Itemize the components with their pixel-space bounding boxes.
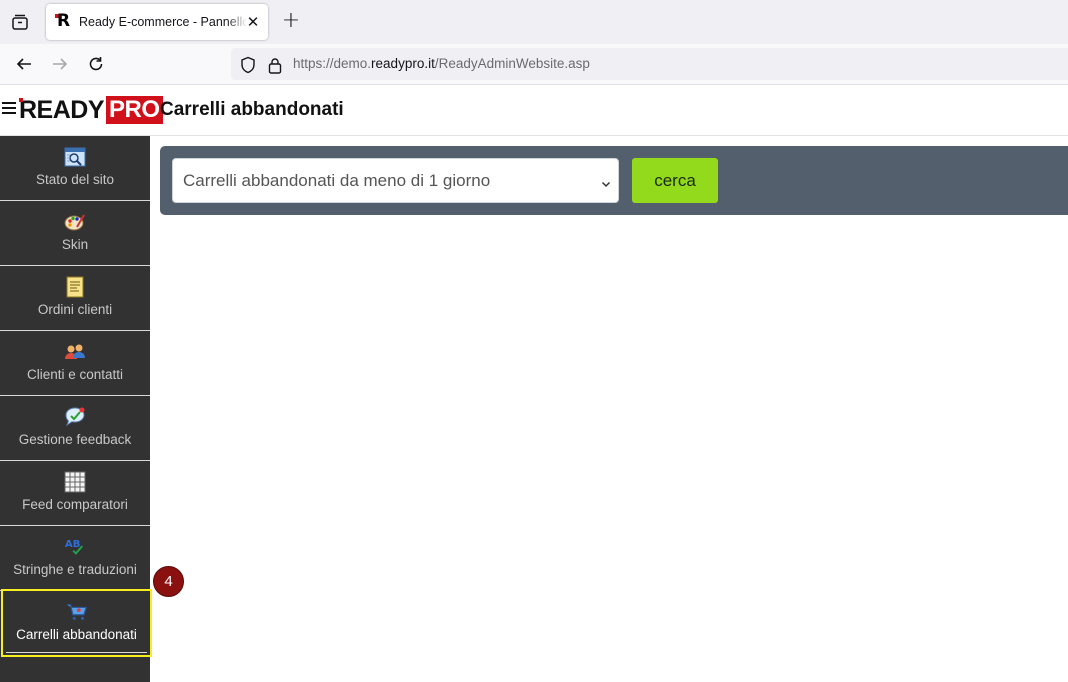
orders-document-icon: [64, 276, 86, 298]
sidebar-item-stato-del-sito[interactable]: Stato del sito: [0, 136, 150, 201]
feed-grid-icon: [64, 471, 86, 493]
tab-list-icon[interactable]: [8, 10, 32, 34]
palette-icon: [64, 211, 86, 233]
sidebar-item-skin[interactable]: Skin: [0, 201, 150, 266]
new-tab-button[interactable]: +: [280, 10, 302, 34]
sidebar: Stato del sito Skin Ordini clienti Clien…: [0, 136, 152, 682]
svg-text:AB: AB: [65, 539, 80, 550]
browser-tabstrip: R Ready E-commerce - Pannello di control…: [0, 0, 1068, 44]
address-bar[interactable]: https://demo.readypro.it/ReadyAdminWebsi…: [231, 48, 1068, 80]
step-number-badge: 4: [153, 566, 184, 597]
shopping-cart-icon: [66, 601, 88, 623]
readypro-logo[interactable]: READY PRO: [19, 96, 163, 124]
filter-bar: Carrelli abbandonati da meno di 1 giorno…: [160, 146, 1068, 215]
readypro-favicon-icon: R: [55, 11, 71, 31]
feedback-bubble-icon: [64, 406, 86, 428]
lock-icon[interactable]: [266, 56, 284, 74]
sidebar-item-gestione-feedback[interactable]: Gestione feedback: [0, 396, 150, 461]
reload-icon[interactable]: [84, 52, 108, 76]
browser-tab[interactable]: R Ready E-commerce - Pannello di control…: [46, 4, 268, 40]
site-status-icon: [64, 146, 86, 168]
url-text[interactable]: https://demo.readypro.it/ReadyAdminWebsi…: [293, 56, 590, 71]
forward-arrow-icon[interactable]: [48, 52, 72, 76]
page-title: Carrelli abbandonati: [160, 99, 344, 120]
sidebar-item-ordini-clienti[interactable]: Ordini clienti: [0, 266, 150, 331]
tab-close-icon[interactable]: ✕: [244, 13, 262, 31]
menu-icon[interactable]: [2, 102, 16, 114]
back-arrow-icon[interactable]: [12, 52, 36, 76]
browser-navbar: https://demo.readypro.it/ReadyAdminWebsi…: [0, 44, 1068, 85]
translation-ab-icon: AB: [64, 536, 86, 558]
sidebar-item-feed-comparatori[interactable]: Feed comparatori: [0, 461, 150, 526]
app-header: READY PRO Carrelli abbandonati: [0, 85, 1068, 136]
period-select-value: Carrelli abbandonati da meno di 1 giorno: [183, 171, 491, 190]
shield-icon[interactable]: [239, 56, 257, 74]
tab-title: Ready E-commerce - Pannello di controllo: [79, 15, 247, 29]
chevron-down-icon: [600, 175, 612, 188]
sidebar-item-carrelli-abbandonati[interactable]: Carrelli abbandonati: [1, 589, 152, 657]
search-button[interactable]: cerca: [632, 158, 718, 203]
sidebar-item-stringhe-e-traduzioni[interactable]: AB Stringhe e traduzioni: [0, 526, 150, 591]
sidebar-item-clienti-e-contatti[interactable]: Clienti e contatti: [0, 331, 150, 396]
contacts-people-icon: [64, 341, 86, 363]
period-select[interactable]: Carrelli abbandonati da meno di 1 giorno: [172, 158, 619, 203]
